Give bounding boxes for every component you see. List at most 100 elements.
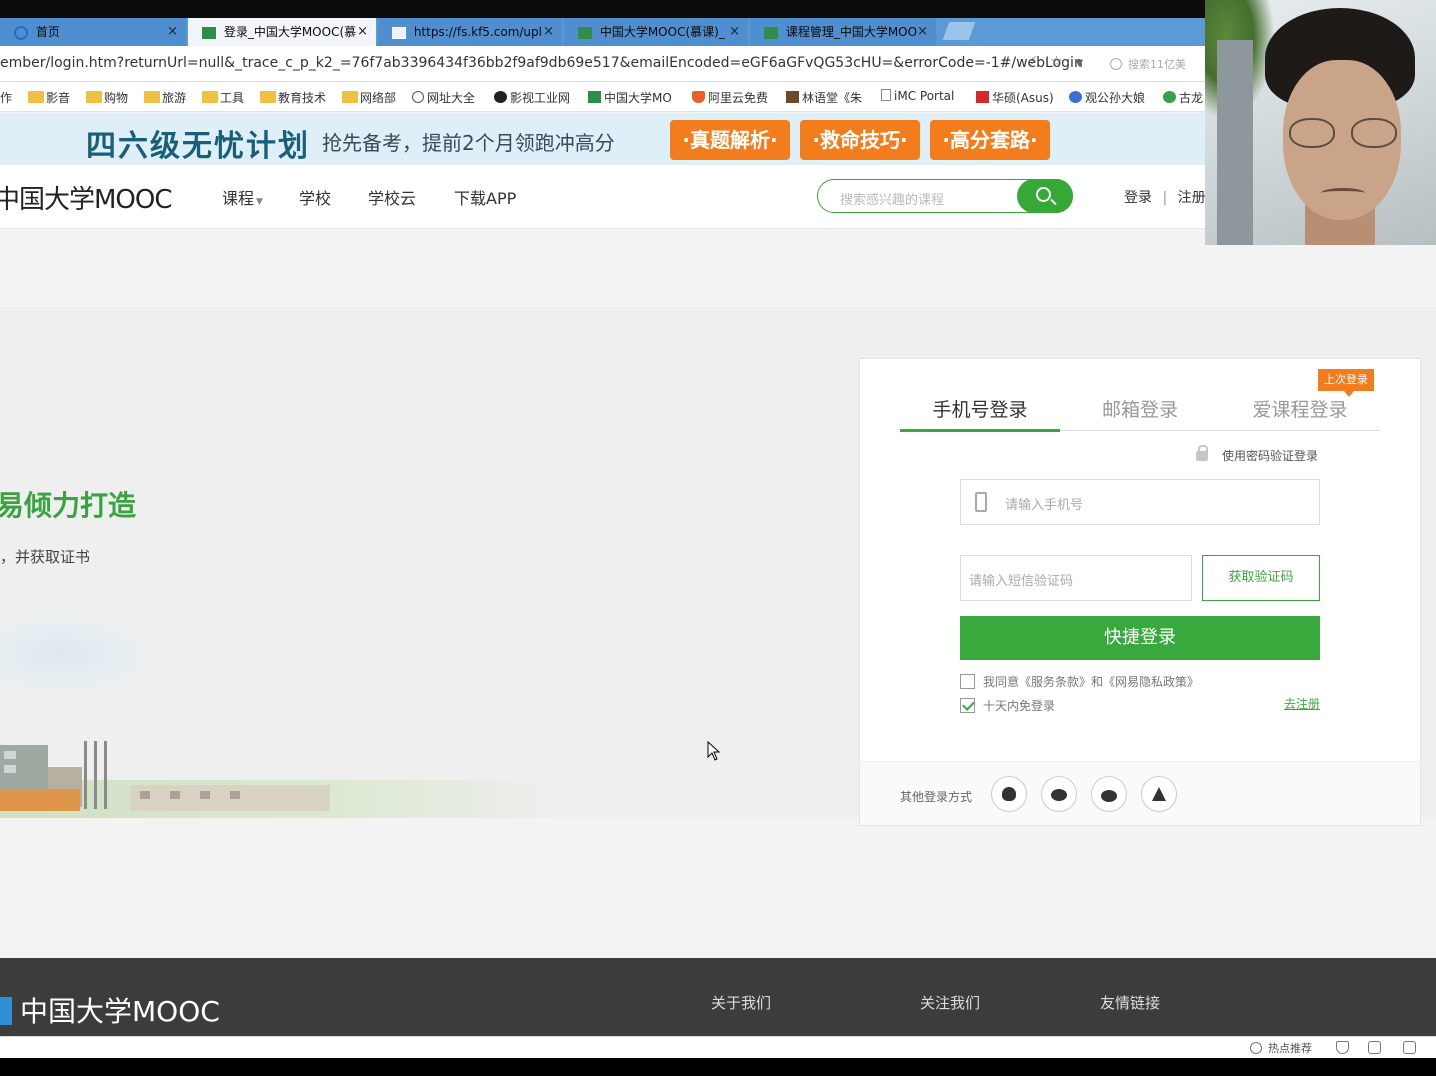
bookmark-item[interactable]: 中国大学MO bbox=[588, 89, 672, 106]
tab-mooc-home[interactable]: 中国大学MOOC(慕课)_ × bbox=[564, 18, 748, 46]
bookmark-folder[interactable]: 网络部 bbox=[342, 89, 396, 106]
page-icon bbox=[881, 89, 891, 101]
close-icon[interactable]: × bbox=[543, 18, 554, 46]
banner-button-tricks[interactable]: ·高分套路· bbox=[930, 120, 1050, 160]
wechat-icon bbox=[1051, 789, 1067, 801]
hero-cloud-illustration bbox=[0, 610, 160, 700]
bookmark-item[interactable]: 观公孙大娘 bbox=[1069, 89, 1145, 106]
banner-button-exam[interactable]: ·真题解析· bbox=[670, 120, 790, 160]
course-search[interactable]: 搜索感兴趣的课程 bbox=[817, 179, 1073, 213]
mooc-icon bbox=[578, 26, 592, 39]
chevron-down-icon[interactable]: ▼ bbox=[1075, 58, 1083, 69]
bookmark-item[interactable]: 古龙 bbox=[1163, 89, 1203, 106]
ad-banner[interactable]: 四六级无忧计划 抢先备考，提前2个月领跑冲高分 ·真题解析· ·救命技巧· ·高… bbox=[0, 113, 1206, 165]
register-link[interactable]: 注册 bbox=[1178, 190, 1206, 206]
hot-recommend[interactable]: 热点推荐 bbox=[1250, 1040, 1312, 1056]
tab-home[interactable]: 首页 × bbox=[0, 18, 186, 46]
go-register-link[interactable]: 去注册 bbox=[1284, 695, 1320, 712]
bookmark-item[interactable]: 阿里云免费 bbox=[692, 89, 768, 106]
tab-login-mooc[interactable]: 登录_中国大学MOOC(慕 × bbox=[188, 18, 376, 46]
qq-login-button[interactable] bbox=[991, 776, 1027, 812]
webcam-glasses-right bbox=[1351, 118, 1397, 148]
sms-code-field[interactable]: 请输入短信验证码 bbox=[960, 555, 1192, 601]
mooc-icon bbox=[202, 26, 216, 39]
bookmark-folder[interactable]: 购物 bbox=[86, 89, 128, 106]
screen-bottom-edge bbox=[0, 1058, 1436, 1076]
tab-course-mgmt[interactable]: 课程管理_中国大学MOO × bbox=[750, 18, 936, 46]
bookmark-label: 教育技术 bbox=[278, 91, 327, 105]
password-login-link[interactable]: 使用密码验证登录 bbox=[1196, 445, 1318, 464]
speaker-icon[interactable] bbox=[1368, 1041, 1381, 1054]
bookmark-item[interactable]: 作 bbox=[0, 89, 12, 106]
banner-button-tips[interactable]: ·救命技巧· bbox=[800, 120, 920, 160]
bookmark-folder[interactable]: 教育技术 bbox=[260, 89, 326, 106]
webcam-overlay bbox=[1205, 0, 1436, 245]
footer-about[interactable]: 关于我们 bbox=[711, 992, 771, 1013]
bookmark-folder[interactable]: 影音 bbox=[28, 89, 70, 106]
bookmark-label: 影音 bbox=[46, 91, 71, 105]
login-tabs: 手机号登录 邮箱登录 爱课程登录 bbox=[900, 379, 1380, 432]
search-input[interactable]: 搜索感兴趣的课程 bbox=[840, 189, 944, 208]
bookmark-item[interactable]: iMC Portal bbox=[881, 89, 954, 103]
quick-login-button[interactable]: 快捷登录 bbox=[960, 616, 1320, 660]
tab-email-login[interactable]: 邮箱登录 bbox=[1060, 395, 1220, 422]
phone-field[interactable]: 请输入手机号 bbox=[960, 479, 1320, 525]
wechat-login-button[interactable] bbox=[1041, 776, 1077, 812]
tab-icourse-login[interactable]: 爱课程登录 bbox=[1220, 395, 1380, 422]
footer-links[interactable]: 友情链接 bbox=[1100, 992, 1160, 1013]
nav-school-cloud[interactable]: 学校云 bbox=[368, 185, 416, 209]
remember-checkbox[interactable] bbox=[960, 698, 975, 713]
bookmark-item[interactable]: 华硕(Asus) bbox=[976, 89, 1054, 106]
agree-terms-row[interactable]: 我同意《服务条款》和《网易隐私政策》 bbox=[960, 673, 1199, 690]
nav-download-app[interactable]: 下载APP bbox=[454, 185, 516, 209]
download-icon[interactable] bbox=[1403, 1041, 1416, 1054]
auth-links: 登录 | 注册 bbox=[1124, 187, 1206, 207]
url-text[interactable]: ember/login.htm?returnUrl=null&_trace_c_… bbox=[0, 55, 1083, 71]
weibo-login-button[interactable] bbox=[1091, 776, 1127, 812]
nav-schools[interactable]: 学校 bbox=[299, 185, 331, 209]
remember-row[interactable]: 十天内免登录 bbox=[960, 697, 1055, 714]
screen: 首页 × 登录_中国大学MOOC(慕 × https://fs.kf5.com/… bbox=[0, 0, 1436, 1076]
agree-checkbox[interactable] bbox=[960, 674, 975, 689]
close-icon[interactable]: × bbox=[917, 18, 928, 46]
bookmark-item[interactable]: 网址大全 bbox=[412, 89, 475, 106]
bookmark-folder[interactable]: 旅游 bbox=[144, 89, 186, 106]
book-icon bbox=[786, 91, 799, 103]
shield-check-icon[interactable] bbox=[1336, 1041, 1349, 1054]
bookmark-folder[interactable]: 工具 bbox=[202, 89, 244, 106]
search-icon bbox=[1036, 187, 1051, 202]
search-button[interactable] bbox=[1017, 179, 1073, 213]
bookmark-label: 阿里云免费 bbox=[708, 91, 769, 105]
search-engine-box[interactable]: 搜索11亿美 bbox=[1110, 56, 1186, 72]
login-card: 手机号登录 邮箱登录 爱课程登录 上次登录 使用密码验证登录 请输入手机号 请输… bbox=[859, 358, 1421, 826]
address-actions[interactable]: ⚡ ☆ ▼ bbox=[1028, 54, 1083, 70]
bookmark-item[interactable]: 林语堂《朱 bbox=[786, 89, 862, 106]
camera-icon bbox=[494, 91, 507, 103]
tab-label: https://fs.kf5.com/upl bbox=[413, 25, 542, 39]
mooc-icon bbox=[764, 26, 778, 39]
footer-logo[interactable]: 中国大学MOOC bbox=[0, 990, 220, 1030]
tab-label: 首页 bbox=[35, 25, 60, 39]
address-bar[interactable]: ember/login.htm?returnUrl=null&_trace_c_… bbox=[0, 46, 1206, 82]
tab-kf5[interactable]: https://fs.kf5.com/upl × bbox=[378, 18, 562, 46]
close-icon[interactable]: × bbox=[729, 18, 740, 46]
nav-courses[interactable]: 课程 ▼ bbox=[222, 185, 263, 209]
folder-icon bbox=[144, 91, 160, 103]
search-hint: 搜索11亿美 bbox=[1128, 58, 1186, 71]
footer-follow[interactable]: 关注我们 bbox=[920, 992, 980, 1013]
get-code-button[interactable]: 获取验证码 bbox=[1202, 555, 1320, 601]
netease-login-button[interactable] bbox=[1141, 776, 1177, 812]
lightning-icon[interactable]: ⚡ bbox=[1028, 54, 1038, 70]
tab-label: 课程管理_中国大学MOO bbox=[785, 25, 918, 39]
login-link[interactable]: 登录 bbox=[1124, 190, 1152, 206]
site-logo[interactable]: 中国大学MOOC bbox=[0, 179, 173, 216]
folder-icon bbox=[28, 91, 44, 103]
last-login-badge: 上次登录 bbox=[1318, 369, 1374, 397]
star-icon[interactable]: ☆ bbox=[1050, 54, 1063, 70]
bookmark-label: 网络部 bbox=[360, 91, 397, 105]
tab-phone-login[interactable]: 手机号登录 bbox=[900, 395, 1060, 422]
close-icon[interactable]: × bbox=[357, 18, 368, 46]
footer-logo-text: 中国大学MOOC bbox=[20, 995, 220, 1028]
bookmark-item[interactable]: 影视工业网 bbox=[494, 89, 570, 106]
close-icon[interactable]: × bbox=[167, 18, 178, 46]
